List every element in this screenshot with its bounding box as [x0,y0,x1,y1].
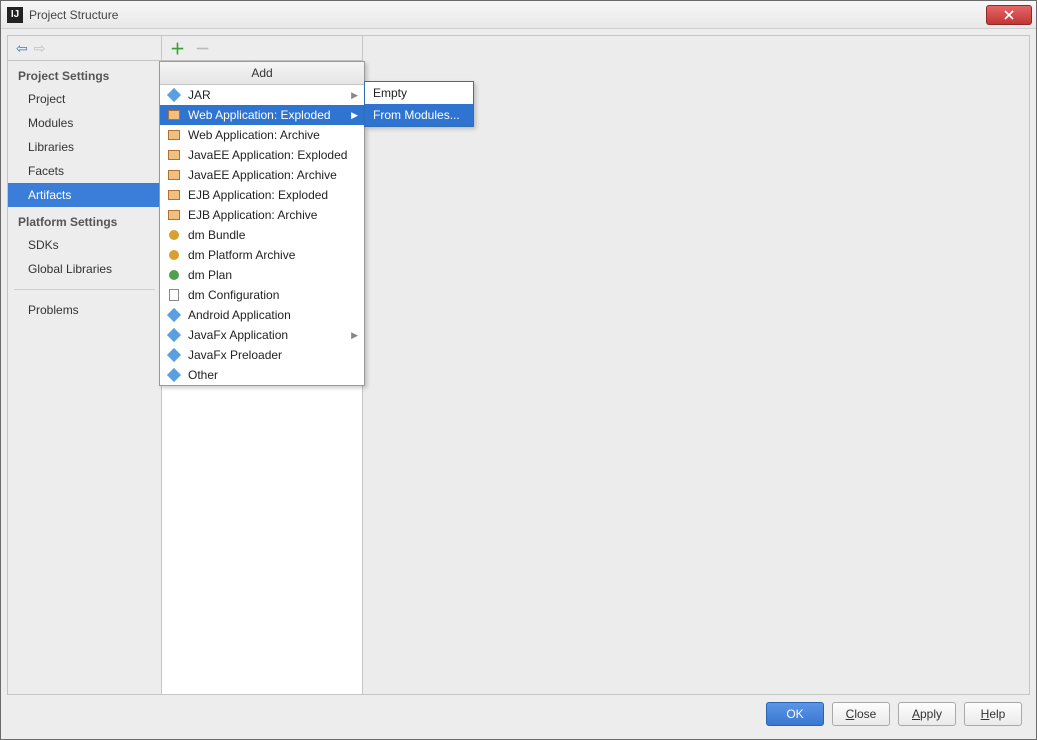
menu-item-label: dm Platform Archive [188,248,358,262]
box-icon [166,107,182,123]
add-menu-title: Add [160,62,364,85]
dialog-body: ⇦ ⇨ Project Settings ProjectModulesLibra… [1,29,1036,739]
menu-item-label: dm Configuration [188,288,358,302]
help-button[interactable]: Help [964,702,1022,726]
menu-item-dm-bundle[interactable]: dm Bundle [160,225,364,245]
close-window-button[interactable] [986,5,1032,25]
add-menu: Add JAR▶Web Application: Exploded▶Web Ap… [159,61,365,386]
menu-item-label: Web Application: Exploded [188,108,347,122]
sidebar-item-modules[interactable]: Modules [8,111,161,135]
menu-item-label: dm Bundle [188,228,358,242]
menu-item-ejb-application-exploded[interactable]: EJB Application: Exploded [160,185,364,205]
sidebar-item-libraries[interactable]: Libraries [8,135,161,159]
sidebar-item-facets[interactable]: Facets [8,159,161,183]
submenu-item-from-modules-[interactable]: From Modules... [365,104,473,126]
diamond-icon [166,347,182,363]
menu-item-label: dm Plan [188,268,358,282]
menu-item-android-application[interactable]: Android Application [160,305,364,325]
add-button[interactable]: ＋ [170,38,185,59]
box-icon [166,167,182,183]
menu-item-ejb-application-archive[interactable]: EJB Application: Archive [160,205,364,225]
menu-item-web-application-exploded[interactable]: Web Application: Exploded ▶ [160,105,364,125]
box-icon [166,207,182,223]
menu-item-dm-platform-archive[interactable]: dm Platform Archive [160,245,364,265]
menu-item-dm-plan[interactable]: dm Plan [160,265,364,285]
menu-item-label: Other [188,368,358,382]
sidebar-item-global-libraries[interactable]: Global Libraries [8,257,161,281]
submenu-arrow-icon: ▶ [351,330,358,341]
remove-button[interactable]: － [195,38,210,59]
back-button[interactable]: ⇦ [16,41,28,55]
dot-icon [166,227,182,243]
menu-item-label: EJB Application: Exploded [188,188,358,202]
menu-item-label: JavaFx Application [188,328,347,342]
sidebar: ⇦ ⇨ Project Settings ProjectModulesLibra… [8,36,162,694]
sidebar-item-problems[interactable]: Problems [8,298,161,322]
menu-item-label: Web Application: Archive [188,128,358,142]
nav-arrows: ⇦ ⇨ [8,36,161,61]
diamond-icon [166,87,182,103]
menu-item-label: JavaEE Application: Exploded [188,148,358,162]
menu-item-label: JavaEE Application: Archive [188,168,358,182]
project-structure-window: IJ Project Structure ⇦ ⇨ Project Setting… [0,0,1037,740]
app-icon: IJ [7,7,23,23]
menu-item-javaee-application-exploded[interactable]: JavaEE Application: Exploded [160,145,364,165]
menu-item-label: Android Application [188,308,358,322]
footer: OK Close Apply Help [7,695,1030,733]
menu-item-dm-configuration[interactable]: dm Configuration [160,285,364,305]
sidebar-item-sdks[interactable]: SDKs [8,233,161,257]
submenu-arrow-icon: ▶ [351,110,358,121]
list-toolbar: ＋ － [162,36,362,61]
ok-button[interactable]: OK [766,702,824,726]
submenu-item-empty[interactable]: Empty [365,82,473,104]
diamond-icon [166,327,182,343]
box-icon [166,147,182,163]
dot-icon [166,267,182,283]
menu-item-label: EJB Application: Archive [188,208,358,222]
sidebar-item-project[interactable]: Project [8,87,161,111]
main-pane: ＋ － Add JAR▶Web Application: Exploded▶We… [162,36,1029,694]
window-title: Project Structure [29,8,118,22]
add-submenu: EmptyFrom Modules... [364,81,474,127]
diamond-icon [166,367,182,383]
detail-pane [363,36,1029,694]
apply-button[interactable]: Apply [898,702,956,726]
menu-item-other[interactable]: Other [160,365,364,385]
menu-item-javaee-application-archive[interactable]: JavaEE Application: Archive [160,165,364,185]
content: ⇦ ⇨ Project Settings ProjectModulesLibra… [7,35,1030,695]
forward-button[interactable]: ⇨ [34,41,46,55]
diamond-icon [166,307,182,323]
dot-icon [166,247,182,263]
menu-item-javafx-application[interactable]: JavaFx Application ▶ [160,325,364,345]
doc-icon [166,287,182,303]
close-button[interactable]: Close [832,702,890,726]
box-icon [166,187,182,203]
sidebar-item-artifacts[interactable]: Artifacts [8,183,161,207]
menu-item-label: JavaFx Preloader [188,348,358,362]
box-icon [166,127,182,143]
menu-item-jar[interactable]: JAR ▶ [160,85,364,105]
close-icon [1004,10,1014,20]
group-project-settings: Project Settings [8,61,161,87]
menu-item-label: JAR [188,88,347,102]
menu-item-web-application-archive[interactable]: Web Application: Archive [160,125,364,145]
menu-item-javafx-preloader[interactable]: JavaFx Preloader [160,345,364,365]
submenu-arrow-icon: ▶ [351,90,358,101]
titlebar: IJ Project Structure [1,1,1036,29]
sidebar-separator [14,289,155,290]
group-platform-settings: Platform Settings [8,207,161,233]
